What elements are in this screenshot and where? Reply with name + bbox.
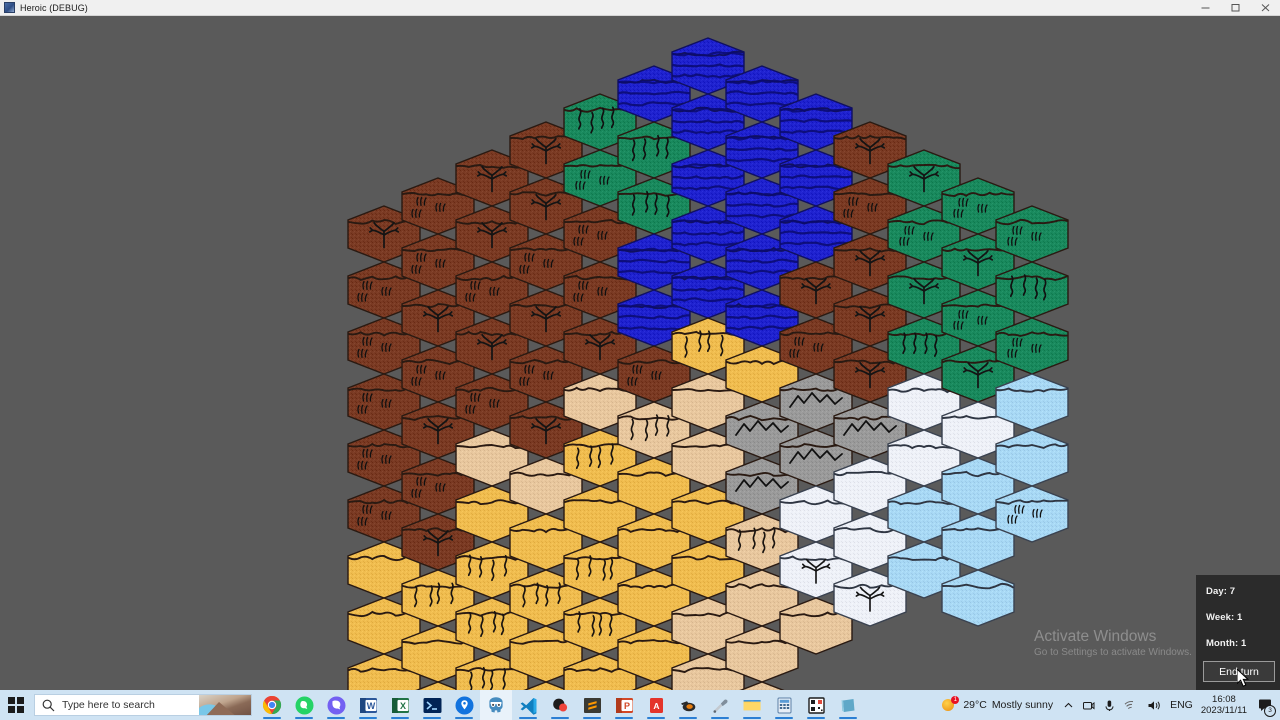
- taskbar-running-indicator: [263, 716, 281, 719]
- tray-overflow-button[interactable]: [1059, 690, 1078, 720]
- taskbar-running-indicator: [455, 716, 473, 719]
- svg-text:A: A: [653, 701, 659, 711]
- window-title-bar: Heroic (DEBUG): [0, 0, 1280, 16]
- taskbar-item-google-chrome[interactable]: [256, 690, 288, 720]
- taskbar-running-indicator: [679, 716, 697, 719]
- taskbar-item-sublime-text[interactable]: [576, 690, 608, 720]
- search-placeholder-text: Type here to search: [62, 699, 155, 711]
- taskbar-item-microsoft-powerpoint[interactable]: P: [608, 690, 640, 720]
- clock-time: 16:08: [1212, 694, 1236, 705]
- svg-text:X: X: [399, 701, 405, 711]
- taskbar-item-microsoft-word[interactable]: W: [352, 690, 384, 720]
- end-turn-button[interactable]: End turn: [1203, 661, 1275, 682]
- microphone-icon[interactable]: [1099, 690, 1120, 720]
- language-indicator[interactable]: ENG: [1166, 690, 1197, 720]
- search-icon: [42, 699, 55, 712]
- taskbar-running-indicator: [551, 716, 569, 719]
- start-button[interactable]: [0, 690, 32, 720]
- notification-count: 3: [1264, 705, 1276, 717]
- weather-badge: 1: [951, 696, 960, 704]
- taskbar-item-calculator[interactable]: [768, 690, 800, 720]
- taskbar-running-indicator: [647, 716, 665, 719]
- clock[interactable]: 16:08 2023/11/11: [1197, 694, 1254, 716]
- windows-logo-icon: [8, 697, 24, 713]
- taskbar-item-godot-engine[interactable]: [480, 690, 512, 720]
- taskbar-item-viber[interactable]: [320, 690, 352, 720]
- turn-info-panel: Day: 7 Week: 1 Month: 1 End turn: [1196, 575, 1280, 690]
- taskbar-running-indicator: [391, 716, 409, 719]
- taskbar-running-indicator: [327, 716, 345, 719]
- search-input[interactable]: Type here to search: [34, 694, 252, 716]
- weather-widget[interactable]: 1 29°C Mostly sunny: [942, 696, 1059, 713]
- taskbar-item-whatsapp[interactable]: [288, 690, 320, 720]
- window-title: Heroic (DEBUG): [20, 2, 88, 13]
- taskbar-item-blender[interactable]: [672, 690, 704, 720]
- month-counter: Month: 1: [1206, 638, 1247, 649]
- taskbar-running-indicator: [583, 716, 601, 719]
- weather-temperature: 29°C: [963, 699, 987, 711]
- app-icon: [4, 2, 15, 13]
- close-button[interactable]: [1250, 0, 1280, 15]
- svg-text:P: P: [623, 701, 629, 711]
- wifi-icon[interactable]: [1120, 690, 1143, 720]
- taskbar-item-location-app[interactable]: [448, 690, 480, 720]
- minimize-button[interactable]: [1190, 0, 1220, 15]
- clock-date: 2023/11/11: [1200, 705, 1247, 716]
- taskbar-running-indicator: [423, 716, 441, 719]
- taskbar-item-qr-scanner[interactable]: [800, 690, 832, 720]
- system-tray: 1 29°C Mostly sunny ENG 16:08 2023/11/11…: [942, 690, 1280, 720]
- week-counter: Week: 1: [1206, 612, 1243, 623]
- taskbar-running-indicator: [615, 716, 633, 719]
- volume-icon[interactable]: [1143, 690, 1166, 720]
- taskbar-running-indicator: [711, 716, 729, 719]
- taskbar-item-file-explorer[interactable]: [736, 690, 768, 720]
- taskbar-running-indicator: [743, 716, 761, 719]
- taskbar-running-indicator: [839, 716, 857, 719]
- day-counter: Day: 7: [1206, 586, 1236, 597]
- search-highlight-image: [199, 695, 251, 715]
- taskbar-running-indicator: [359, 716, 377, 719]
- taskbar-running-indicator: [519, 716, 537, 719]
- maximize-button[interactable]: [1220, 0, 1250, 15]
- taskbar-item-notes-app[interactable]: [832, 690, 864, 720]
- weather-sun-icon: 1: [942, 696, 960, 713]
- taskbar-item-powershell[interactable]: [416, 690, 448, 720]
- taskbar-item-microsoft-excel[interactable]: X: [384, 690, 416, 720]
- notification-center-button[interactable]: 3: [1254, 690, 1276, 720]
- taskbar-item-vs-code[interactable]: [512, 690, 544, 720]
- taskbar-app-list: W X P A: [256, 690, 864, 720]
- taskbar-running-indicator: [775, 716, 793, 719]
- taskbar-item-anydesk[interactable]: [544, 690, 576, 720]
- hex-map[interactable]: [0, 15, 1280, 690]
- taskbar-item-paint-net[interactable]: [704, 690, 736, 720]
- taskbar-item-adobe-acrobat[interactable]: A: [640, 690, 672, 720]
- windows-taskbar: Type here to search W X P A 1 29°C Mostl…: [0, 690, 1280, 720]
- application-window: Heroic (DEBUG) Activate Windows Go to Se…: [0, 0, 1280, 720]
- svg-text:W: W: [366, 701, 375, 711]
- game-viewport[interactable]: [0, 15, 1280, 690]
- taskbar-running-indicator: [295, 716, 313, 719]
- taskbar-running-indicator: [807, 716, 825, 719]
- weather-condition: Mostly sunny: [991, 699, 1054, 711]
- camera-icon[interactable]: [1078, 690, 1099, 720]
